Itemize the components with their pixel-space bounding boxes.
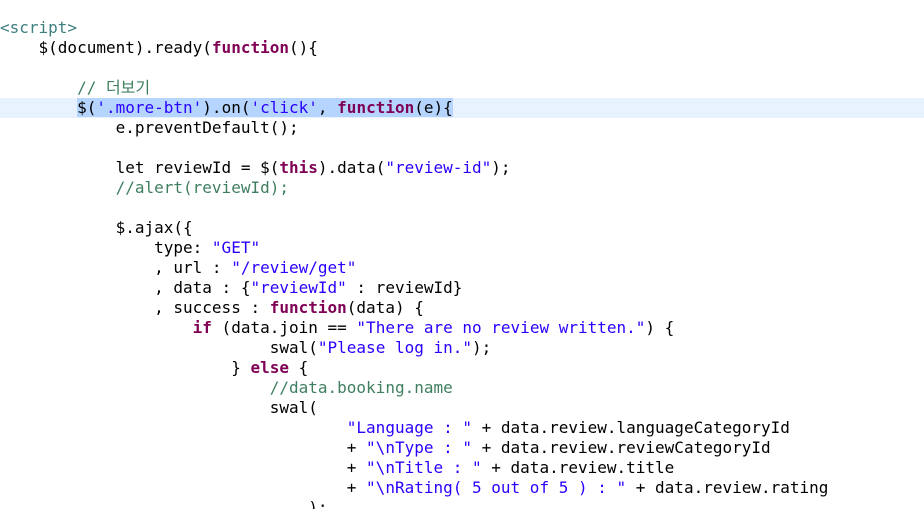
code-line-14[interactable]: , data : {"reviewId" : reviewId} — [0, 278, 924, 298]
code-line-4[interactable]: // 더보기 — [0, 78, 924, 98]
code-line-10[interactable] — [0, 198, 924, 218]
code-token: + — [0, 458, 367, 477]
code-token: + data.review.rating — [626, 478, 829, 497]
code-line-25[interactable]: ); — [0, 498, 924, 509]
code-token: "review-id" — [385, 158, 492, 177]
code-token: ); — [491, 158, 511, 177]
code-token: + data.review.languageCategoryId — [472, 418, 790, 437]
code-line-23[interactable]: + "\nTitle : " + data.review.title — [0, 458, 924, 478]
code-token: , — [317, 98, 338, 117]
code-token: (e){ — [414, 98, 453, 117]
code-token: '.more-btn' — [96, 98, 203, 117]
code-line-18[interactable]: } else { — [0, 358, 924, 378]
code-token: function — [211, 38, 289, 57]
code-token: "\nRating( 5 out of 5 ) : " — [366, 478, 627, 497]
code-token: (data.join == — [211, 318, 357, 337]
code-line-8[interactable]: let reviewId = $(this).data("review-id")… — [0, 158, 924, 178]
code-token: //data.booking.name — [0, 378, 453, 397]
code-token: // 더보기 — [0, 78, 151, 97]
code-editor[interactable]: <script> $(document).ready(function(){ /… — [0, 0, 924, 509]
code-token: "Please log in." — [317, 338, 473, 357]
code-line-17[interactable]: swal("Please log in."); — [0, 338, 924, 358]
code-token: swal( — [0, 398, 318, 417]
code-token: : reviewId} — [346, 278, 463, 297]
code-token: } — [0, 358, 251, 377]
code-token: "GET" — [211, 238, 261, 257]
code-line-12[interactable]: type: "GET" — [0, 238, 924, 258]
code-token: let reviewId = $( — [0, 158, 280, 177]
code-line-9[interactable]: //alert(reviewId); — [0, 178, 924, 198]
code-token: this — [279, 158, 318, 177]
code-line-15[interactable]: , success : function(data) { — [0, 298, 924, 318]
code-line-13[interactable]: , url : "/review/get" — [0, 258, 924, 278]
code-line-7[interactable] — [0, 138, 924, 158]
code-token: ).on( — [202, 98, 251, 117]
code-line-1[interactable]: <script> — [0, 18, 924, 38]
code-token: <script> — [0, 18, 78, 37]
code-token: (){ — [288, 38, 318, 57]
code-token: ); — [0, 498, 328, 509]
code-token: "\nType : " — [366, 438, 473, 457]
code-token: e.preventDefault(); — [0, 118, 299, 137]
code-token: swal( — [0, 338, 318, 357]
code-line-11[interactable]: $.ajax({ — [0, 218, 924, 238]
code-token: else — [250, 358, 289, 377]
code-token: , success : — [0, 298, 270, 317]
code-token: $( — [77, 98, 97, 117]
code-token: + — [0, 438, 367, 457]
code-token: "There are no review written." — [356, 318, 646, 337]
code-line-5[interactable]: $('.more-btn').on('click', function(e){ — [0, 98, 924, 118]
code-token: //alert(reviewId); — [0, 178, 289, 197]
code-token: , url : — [0, 258, 232, 277]
code-line-22[interactable]: + "\nType : " + data.review.reviewCatego… — [0, 438, 924, 458]
code-token: function — [269, 298, 347, 317]
code-token: "\nTitle : " — [366, 458, 482, 477]
code-line-3[interactable] — [0, 58, 924, 78]
code-line-19[interactable]: //data.booking.name — [0, 378, 924, 398]
code-token: 'click' — [250, 98, 318, 117]
code-line-6[interactable]: e.preventDefault(); — [0, 118, 924, 138]
code-token: ); — [472, 338, 492, 357]
code-token: "/review/get" — [231, 258, 357, 277]
code-line-21[interactable]: "Language : " + data.review.languageCate… — [0, 418, 924, 438]
code-token: "reviewId" — [250, 278, 347, 297]
code-token: + data.review.reviewCategoryId — [472, 438, 771, 457]
code-token: type: — [0, 238, 212, 257]
code-token: $.ajax({ — [0, 218, 193, 237]
code-line-20[interactable]: swal( — [0, 398, 924, 418]
code-token: ) { — [645, 318, 675, 337]
code-token: + data.review.title — [481, 458, 675, 477]
code-token: (data) { — [346, 298, 424, 317]
code-token: if — [192, 318, 212, 337]
code-line-16[interactable]: if (data.join == "There are no review wr… — [0, 318, 924, 338]
code-token: $(document).ready( — [0, 38, 212, 57]
code-token: + — [0, 478, 367, 497]
code-line-24[interactable]: + "\nRating( 5 out of 5 ) : " + data.rev… — [0, 478, 924, 498]
code-token: function — [337, 98, 415, 117]
code-token: ).data( — [317, 158, 386, 177]
code-token: , data : { — [0, 278, 251, 297]
code-token: { — [288, 358, 309, 377]
code-token: "Language : " — [346, 418, 473, 437]
code-line-2[interactable]: $(document).ready(function(){ — [0, 38, 924, 58]
